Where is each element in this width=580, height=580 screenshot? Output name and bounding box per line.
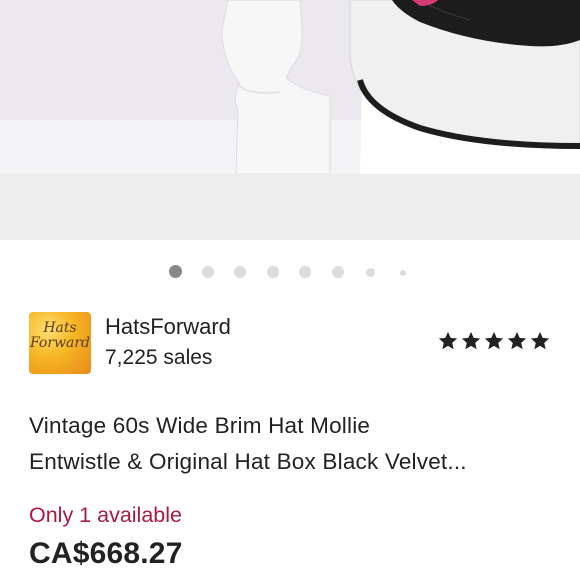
pagination-dot[interactable] (366, 268, 375, 277)
listing-title-line: Vintage 60s Wide Brim Hat Mollie (29, 413, 371, 438)
shop-logo-text-line2: Forward (29, 335, 91, 351)
pagination-dot[interactable] (202, 266, 214, 278)
listing-title[interactable]: Vintage 60s Wide Brim Hat Mollie Entwist… (29, 408, 551, 480)
pagination-dot[interactable] (332, 266, 344, 278)
image-gallery[interactable] (0, 0, 580, 240)
shop-sales-count: 7,225 sales (105, 346, 213, 369)
pagination-dot[interactable] (400, 270, 406, 276)
gallery-pagination (0, 265, 580, 279)
pagination-dot[interactable] (267, 266, 279, 278)
star-icon (507, 331, 527, 350)
star-icon (461, 331, 481, 350)
pagination-dot[interactable] (299, 266, 311, 278)
listing-price: CA$668.27 (29, 537, 183, 570)
product-photo[interactable] (0, 0, 580, 174)
hat-on-mannequin-image (0, 0, 580, 174)
pagination-dot[interactable] (169, 265, 182, 278)
listing-title-line: Entwistle & Original Hat Box Black Velve… (29, 449, 467, 474)
availability-notice: Only 1 available (29, 503, 182, 527)
shop-logo[interactable]: Hats Forward (29, 312, 91, 374)
star-icon (530, 331, 550, 350)
pagination-dot[interactable] (234, 266, 246, 278)
shop-name[interactable]: HatsForward (105, 314, 231, 340)
shop-logo-text-line1: Hats (43, 320, 77, 336)
star-icon (438, 331, 458, 350)
shop-info[interactable]: Hats Forward HatsForward 7,225 sales (29, 312, 551, 374)
shop-rating[interactable] (437, 330, 551, 354)
star-icon (484, 331, 504, 350)
